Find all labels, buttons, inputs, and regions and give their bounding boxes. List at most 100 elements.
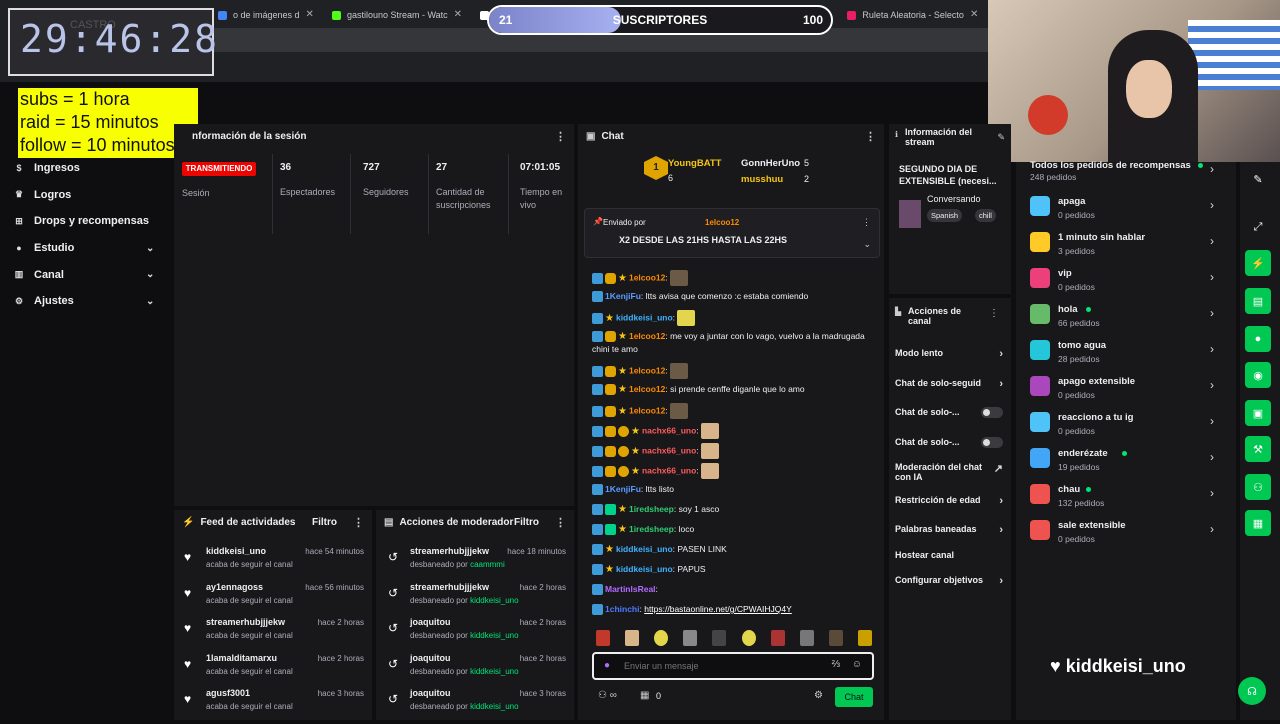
channel-action[interactable]: Configurar objetivos ›: [895, 575, 1003, 587]
save-icon[interactable]: ▣: [1245, 400, 1271, 426]
nav-item-estudio[interactable]: ● Estudio ⌄: [0, 235, 172, 262]
chat-username[interactable]: 1KenjiFu: [605, 291, 641, 301]
feed-row[interactable]: ♥ 1lamalditamarxu hace 2 horas acaba de seg…: [180, 653, 364, 689]
chat-icon[interactable]: ●: [1245, 326, 1271, 352]
reward-item[interactable]: reacciono a tu ig 0 pedidos ›: [1030, 410, 1220, 446]
top-chatter-name[interactable]: YoungBATT: [668, 158, 721, 169]
chat-username[interactable]: 1KenjiFu: [605, 484, 641, 494]
clapper-icon[interactable]: ▦: [1245, 510, 1271, 536]
chevron-down-icon[interactable]: ⌄: [146, 243, 154, 254]
kebab-icon[interactable]: ⋮: [865, 130, 876, 143]
chat-username[interactable]: kiddkeisi_uno: [616, 312, 673, 322]
chevron-right-icon[interactable]: ›: [1210, 270, 1214, 284]
gear-icon[interactable]: ⚙: [814, 690, 823, 701]
chat-message[interactable]: ★ 1iredsheep: loco: [592, 523, 870, 536]
filter-button[interactable]: Filtro: [514, 517, 539, 528]
chat-username[interactable]: 1elcoo12: [629, 331, 665, 341]
translate-icon[interactable]: ⅔: [832, 659, 840, 670]
nav-item-logros[interactable]: ♛ Logros: [0, 182, 172, 209]
reward-item[interactable]: enderézate 19 pedidos ›: [1030, 446, 1220, 482]
chat-username[interactable]: 1elcoo12: [629, 365, 665, 375]
chevron-right-icon[interactable]: ›: [1210, 378, 1214, 392]
pinned-message[interactable]: 📌 Enviado por 1elcoo12 X2 DESDE LAS 21HS…: [584, 208, 880, 258]
kebab-icon[interactable]: ⋮: [989, 308, 999, 319]
emote-icon[interactable]: [741, 630, 756, 646]
tag[interactable]: Spanish: [927, 209, 963, 222]
chevron-right-icon[interactable]: ›: [1210, 198, 1214, 212]
channel-action[interactable]: Chat de solo-...: [895, 407, 1003, 418]
chevron-right-icon[interactable]: ›: [1210, 522, 1214, 536]
browser-tab[interactable]: o de imágenes d ✕: [210, 4, 322, 26]
nav-item-drops-y-recompensas[interactable]: ⊞ Drops y recompensas: [0, 208, 172, 235]
chevron-down-icon[interactable]: ⌄: [146, 296, 154, 307]
emote-icon[interactable]: [654, 630, 669, 646]
chat-message[interactable]: ★ 1elcoo12:: [592, 403, 870, 419]
moderator-row[interactable]: ↺ joaquitou hace 2 horas desbaneado por kid…: [384, 617, 566, 653]
browser-tab[interactable]: gastilouno Stream - Watc ✕: [324, 4, 470, 26]
nav-item-canal[interactable]: ▥ Canal ⌄: [0, 261, 172, 288]
send-chat-button[interactable]: Chat: [835, 687, 873, 707]
toggle-switch[interactable]: [981, 437, 1003, 448]
nav-item-ajustes[interactable]: ⚙ Ajustes ⌄: [0, 288, 172, 315]
chat-message[interactable]: ★ 1iredsheep: soy 1 asco: [592, 503, 870, 516]
document-icon[interactable]: ▤: [1245, 288, 1271, 314]
channel-action[interactable]: Restricción de edad ›: [895, 495, 1003, 507]
points-icon[interactable]: ▦: [640, 690, 649, 701]
chat-message[interactable]: ★ kiddkeisi_uno: PAPUS: [592, 563, 870, 576]
chat-username[interactable]: 1elcoo12: [629, 272, 665, 282]
close-icon[interactable]: ✕: [970, 4, 978, 26]
chat-message[interactable]: 1chinchi: https://bastaonline.net/g/CPWA…: [592, 603, 870, 616]
moderator-row[interactable]: ↺ streamerhubjjjekw hace 18 minutos desbane…: [384, 546, 566, 582]
channel-action[interactable]: Modo lento ›: [895, 348, 1003, 360]
chat-username[interactable]: kiddkeisi_uno: [616, 564, 673, 574]
kebab-icon[interactable]: ⋮: [555, 130, 566, 143]
chat-username[interactable]: nachx66_uno: [642, 465, 696, 475]
close-icon[interactable]: ✕: [306, 4, 314, 26]
tag[interactable]: chill: [975, 209, 996, 222]
chat-username[interactable]: kiddkeisi_uno: [616, 544, 673, 554]
reward-item[interactable]: tomo agua 28 pedidos ›: [1030, 338, 1220, 374]
chevron-right-icon[interactable]: ›: [1210, 486, 1214, 500]
emote-icon[interactable]: [857, 630, 872, 646]
chevron-down-icon[interactable]: ⌄: [863, 239, 871, 250]
emote-icon[interactable]: [770, 630, 785, 646]
reward-item[interactable]: apaga 0 pedidos ›: [1030, 194, 1220, 230]
feed-row[interactable]: ♥ agusf3001 hace 3 horas acaba de seguir el…: [180, 688, 364, 724]
chat-username[interactable]: 1iredsheep: [629, 504, 674, 514]
kebab-icon[interactable]: ⋮: [555, 516, 566, 529]
wrench-icon[interactable]: ⚒: [1245, 436, 1271, 462]
chat-username[interactable]: MartinlsReal: [605, 584, 656, 594]
chat-message[interactable]: ★ nachx66_uno:: [592, 423, 870, 439]
chat-message[interactable]: ★ kiddkeisi_uno: PASEN LINK: [592, 543, 870, 556]
emote-icon[interactable]: [683, 630, 698, 646]
chevron-right-icon[interactable]: ›: [1210, 234, 1214, 248]
unpin-icon[interactable]: ⋮: [862, 217, 871, 228]
reward-item[interactable]: vip 0 pedidos ›: [1030, 266, 1220, 302]
channel-action[interactable]: Chat de solo-seguid ›: [895, 378, 1003, 390]
chat-username[interactable]: 1iredsheep: [629, 524, 674, 534]
reward-item[interactable]: sale extensible 0 pedidos ›: [1030, 518, 1220, 554]
reward-item[interactable]: apago extensible 0 pedidos ›: [1030, 374, 1220, 410]
support-icon[interactable]: ☊: [1238, 677, 1266, 705]
top-chatter-name[interactable]: musshuu: [741, 174, 783, 185]
microphone-icon[interactable]: ●: [604, 660, 610, 671]
emote-icon[interactable]: [596, 630, 610, 646]
external-link-icon[interactable]: ↗: [994, 462, 1003, 475]
reward-item[interactable]: 1 minuto sin hablar 3 pedidos ›: [1030, 230, 1220, 266]
chat-message[interactable]: 1KenjiFu: ltts avisa que comenzo :c esta…: [592, 290, 870, 303]
chevron-right-icon[interactable]: ›: [999, 378, 1003, 390]
users-icon[interactable]: ⚇: [1245, 474, 1271, 500]
chat-message[interactable]: ★ 1elcoo12: si prende cenffe diganle que …: [592, 383, 870, 396]
chat-message[interactable]: ★ nachx66_uno:: [592, 443, 870, 459]
channel-action[interactable]: Hostear canal: [895, 550, 1003, 560]
community-icon[interactable]: ⚇ ∞: [598, 690, 617, 701]
emote-icon[interactable]: [625, 630, 640, 646]
emote-icon[interactable]: [712, 630, 727, 646]
chat-message[interactable]: ★ 1elcoo12:: [592, 363, 870, 379]
chevron-right-icon[interactable]: ›: [1210, 450, 1214, 464]
top-chatter-name[interactable]: GonnHerUno: [741, 158, 800, 169]
lightning-icon[interactable]: ⚡: [1245, 250, 1271, 276]
chevron-right-icon[interactable]: ›: [1210, 414, 1214, 428]
chevron-right-icon[interactable]: ›: [999, 575, 1003, 587]
chat-username[interactable]: nachx66_uno: [642, 425, 696, 435]
